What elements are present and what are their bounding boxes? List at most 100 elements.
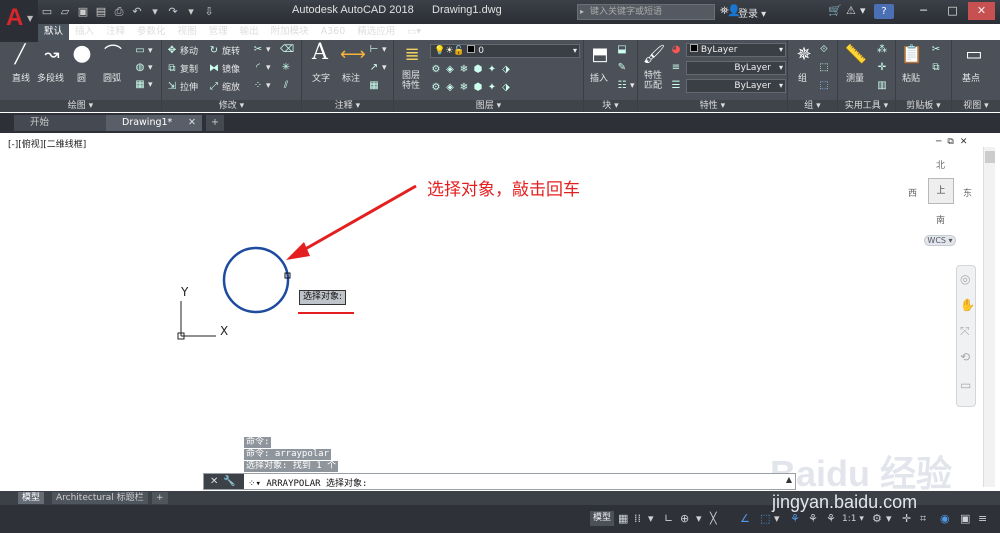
match-properties-icon[interactable]: 🖌 bbox=[642, 44, 666, 66]
help-button[interactable]: ? bbox=[874, 4, 894, 19]
group-button[interactable]: 组 bbox=[798, 71, 807, 84]
tab-default[interactable]: 默认 bbox=[38, 24, 70, 40]
customize-icon[interactable]: ≡ bbox=[978, 512, 987, 525]
command-prompt[interactable]: ⁘▾ ARRAYPOLAR 选择对象: bbox=[248, 476, 367, 489]
infer-constraints-icon[interactable]: ∟ bbox=[664, 512, 673, 525]
annotation-scale-icon[interactable]: ⚘ bbox=[826, 512, 836, 525]
arc-button[interactable]: 圆弧 bbox=[103, 71, 121, 84]
workspace-gear-icon[interactable]: ⚙ bbox=[872, 512, 882, 525]
redo-dropdown-icon[interactable]: ▾ bbox=[184, 5, 198, 19]
layer-copy-icon[interactable]: ✦ bbox=[486, 82, 498, 94]
annotation-visibility-icon[interactable]: ⚘ bbox=[790, 512, 800, 525]
rotate-button[interactable]: ↻ 旋转 bbox=[208, 44, 240, 58]
groups-panel-title[interactable]: 组 ▾ bbox=[788, 100, 837, 112]
offset-button[interactable]: ⫽ bbox=[280, 80, 292, 92]
circle-icon[interactable]: ● bbox=[70, 43, 94, 65]
layer-match-icon[interactable]: ⬗ bbox=[500, 64, 512, 76]
dropdown-icon[interactable]: ▾ bbox=[860, 4, 866, 17]
erase-button[interactable]: ⌫ bbox=[280, 44, 294, 56]
color-dropdown[interactable]: ByLayer ▾ bbox=[686, 43, 786, 57]
clipboard-panel-title[interactable]: 剪贴板 ▾ bbox=[896, 100, 951, 112]
layer-on-icon[interactable]: ⚙ bbox=[430, 82, 442, 94]
tab-a360[interactable]: A360 bbox=[315, 24, 352, 40]
text-icon[interactable]: A bbox=[308, 42, 332, 64]
login-button[interactable]: 登录 ▾ bbox=[738, 5, 766, 20]
scale-dropdown[interactable]: 1:1 ▾ bbox=[842, 514, 864, 524]
model-space-button[interactable]: 模型 bbox=[590, 511, 614, 526]
copy-button[interactable]: ⧉ 复制 bbox=[166, 62, 198, 76]
wrench-icon[interactable]: 🔧 bbox=[223, 476, 235, 487]
tab-manage[interactable]: 管理 bbox=[203, 24, 234, 40]
tab-addins[interactable]: 附加模块 bbox=[265, 24, 315, 40]
annotation-monitor-icon[interactable]: ✛ bbox=[902, 512, 911, 525]
circle-button[interactable]: 圆 bbox=[77, 71, 86, 84]
tab-model[interactable]: 模型 bbox=[18, 492, 45, 504]
calculator-icon[interactable]: ▥ bbox=[876, 80, 888, 92]
close-tab-icon[interactable]: ✕ bbox=[188, 115, 196, 131]
close-icon[interactable]: ✕ bbox=[968, 2, 995, 20]
arc-icon[interactable]: ⌒ bbox=[101, 44, 125, 66]
layers-panel-title[interactable]: 图层 ▾ bbox=[394, 100, 583, 112]
block-attr-icon[interactable]: ☷ ▾ bbox=[616, 80, 635, 92]
linetype-icon[interactable]: ≡ bbox=[670, 62, 682, 74]
cut-icon[interactable]: ✂ bbox=[930, 44, 942, 56]
view-panel-title[interactable]: 视图 ▾ bbox=[952, 100, 1000, 112]
layer-off-icon[interactable]: ⚙ bbox=[430, 64, 442, 76]
stretch-button[interactable]: ⇲ 拉伸 bbox=[166, 80, 198, 94]
match-properties-button[interactable]: 特性匹配 bbox=[644, 71, 666, 91]
undo-dropdown-icon[interactable]: ▾ bbox=[148, 5, 162, 19]
open-file-icon[interactable]: ▱ bbox=[58, 5, 72, 19]
properties-panel-title[interactable]: 特性 ▾ bbox=[638, 100, 787, 112]
measure-icon[interactable]: 📏 bbox=[844, 44, 868, 66]
isodraft-icon[interactable]: ╳ bbox=[710, 512, 717, 525]
table-icon[interactable]: ▦ bbox=[368, 80, 380, 92]
measure-button[interactable]: 测量 bbox=[846, 71, 864, 84]
trim-button[interactable]: ✂ ▾ bbox=[252, 44, 271, 56]
maximize-icon[interactable]: □ bbox=[939, 2, 966, 20]
layer-properties-icon[interactable]: ≣ bbox=[400, 44, 424, 66]
command-history-toggle-icon[interactable]: ▲ bbox=[786, 475, 792, 484]
layer-lock-icon[interactable]: ⬢ bbox=[472, 64, 484, 76]
polyline-button[interactable]: 多段线 bbox=[37, 71, 64, 84]
linetype-dropdown[interactable]: ByLayer ▾ bbox=[686, 61, 786, 75]
copy-clip-icon[interactable]: ⧉ bbox=[930, 62, 942, 74]
paste-icon[interactable]: 📋 bbox=[900, 44, 924, 66]
ortho-icon[interactable]: ⊕ bbox=[680, 512, 689, 525]
dimension-button[interactable]: 标注 bbox=[342, 71, 360, 84]
layer-unisolate-icon[interactable]: ◈ bbox=[444, 82, 456, 94]
clean-screen-icon[interactable]: ▣ bbox=[960, 512, 970, 525]
tab-view[interactable]: 视图 bbox=[172, 24, 203, 40]
print-icon[interactable]: ⎙ bbox=[112, 5, 126, 19]
selected-circle[interactable] bbox=[222, 246, 290, 314]
layer-thaw-icon[interactable]: ❄ bbox=[458, 82, 470, 94]
snap-dropdown-icon[interactable]: ▾ bbox=[648, 512, 654, 525]
edit-block-icon[interactable]: ✎ bbox=[616, 62, 628, 74]
dimension-icon[interactable]: ⟷ bbox=[340, 44, 366, 66]
point-icon[interactable]: ✛ bbox=[876, 62, 888, 74]
fillet-button[interactable]: ◜ ▾ bbox=[252, 62, 270, 74]
snap-icon[interactable]: ⁞⁞ bbox=[634, 512, 641, 525]
undo-icon[interactable]: ↶ bbox=[130, 5, 144, 19]
explode-button[interactable]: ✳ bbox=[280, 62, 292, 74]
polar-icon[interactable]: ▾ bbox=[696, 512, 702, 525]
draw-panel-title[interactable]: 绘图 ▾ bbox=[0, 100, 161, 112]
polyline-icon[interactable]: ↝ bbox=[40, 44, 64, 66]
modify-panel-title[interactable]: 修改 ▾ bbox=[162, 100, 301, 112]
base-view-button[interactable]: 基点 bbox=[962, 71, 980, 84]
color-icon[interactable]: ◕ bbox=[670, 44, 682, 56]
layer-walk-icon[interactable]: ⬗ bbox=[500, 82, 512, 94]
redo-icon[interactable]: ↷ bbox=[166, 5, 180, 19]
layer-isolate-icon[interactable]: ◈ bbox=[444, 64, 456, 76]
units-icon[interactable]: ⌗ bbox=[920, 512, 926, 526]
add-tab-button[interactable]: + bbox=[206, 115, 224, 131]
tab-architectural-title-block[interactable]: Architectural 标题栏 bbox=[52, 492, 148, 504]
application-menu-button[interactable]: A ▼ bbox=[0, 0, 38, 42]
customize-qat-icon[interactable]: ⇩ bbox=[202, 5, 216, 19]
drawing-canvas[interactable]: [-][俯视][二维线框] ─ ⧉ ✕ 北 西 东 南 上 WCS ▾ ◎ ✋ … bbox=[0, 133, 1000, 494]
leader-icon[interactable]: ↗ ▾ bbox=[368, 62, 387, 74]
minimize-icon[interactable]: ─ bbox=[910, 2, 937, 20]
tab-extra-icon[interactable]: ▭▾ bbox=[401, 24, 427, 40]
linear-dim-icon[interactable]: ⊢ ▾ bbox=[368, 44, 387, 56]
text-button[interactable]: 文字 bbox=[312, 71, 330, 84]
hatch-icon[interactable]: ◍ ▾ bbox=[134, 62, 153, 74]
